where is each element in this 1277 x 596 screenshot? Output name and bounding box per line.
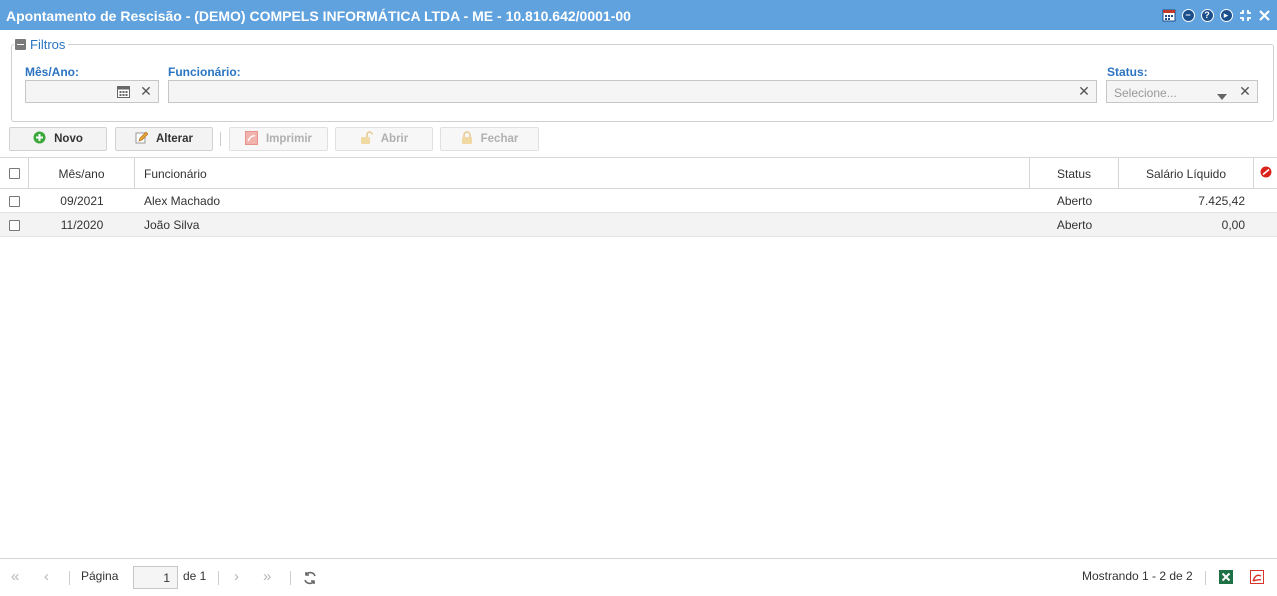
last-page-icon[interactable]: »: [263, 568, 271, 585]
status-placeholder: Selecione...: [1114, 86, 1177, 100]
refresh-icon[interactable]: [303, 571, 317, 588]
cell-status: Aberto: [1056, 194, 1093, 208]
window-title: Apontamento de Rescisão - (DEMO) COMPELS…: [6, 8, 631, 24]
funcionario-label: Funcionário:: [168, 65, 241, 79]
toolbar-separator: [220, 132, 221, 146]
novo-label: Novo: [54, 133, 83, 145]
row-checkbox[interactable]: [9, 219, 20, 231]
abrir-button[interactable]: Abrir: [335, 127, 433, 151]
fechar-label: Fechar: [480, 133, 519, 145]
chevron-down-icon[interactable]: [1217, 89, 1227, 103]
next-page-icon[interactable]: ›: [234, 568, 239, 585]
cell-funcionario: João Silva: [144, 218, 200, 232]
no-entry-icon[interactable]: [1260, 166, 1272, 181]
col-funcionario[interactable]: Funcionário: [135, 158, 1030, 189]
showing-label: Mostrando 1 - 2 de 2: [1082, 569, 1193, 583]
table-row[interactable]: 11/2020 João Silva Aberto 0,00: [0, 213, 1277, 237]
pdf-icon: [244, 130, 258, 148]
cell-funcionario: Alex Machado: [144, 194, 221, 208]
page-input[interactable]: 1: [133, 566, 178, 589]
status-select[interactable]: Selecione... ✕: [1106, 80, 1258, 103]
pager-separator: [290, 571, 291, 585]
pager: « ‹ Página 1 de 1 › » Mostrando 1 - 2 de…: [0, 558, 1277, 596]
page-of-label: de 1: [183, 569, 207, 583]
rescisao-window: Apontamento de Rescisão - (DEMO) COMPELS…: [0, 0, 1277, 596]
pager-separator: [69, 571, 70, 585]
fechar-button[interactable]: Fechar: [440, 127, 539, 151]
mes-ano-label: Mês/Ano:: [25, 65, 79, 79]
title-bar: Apontamento de Rescisão - (DEMO) COMPELS…: [0, 0, 1277, 30]
select-all-cell: [0, 158, 29, 189]
first-page-icon[interactable]: «: [11, 568, 19, 585]
excel-export-icon[interactable]: [1219, 570, 1233, 587]
cell-salario: 0,00: [1221, 218, 1245, 232]
col-mes-ano-label: Mês/ano: [58, 166, 105, 181]
title-tools: − ? ▸: [1162, 8, 1271, 22]
alterar-label: Alterar: [155, 133, 194, 145]
status-clear-icon[interactable]: ✕: [1235, 80, 1255, 103]
abrir-label: Abrir: [380, 133, 409, 145]
lock-icon: [461, 130, 473, 148]
col-mes-ano[interactable]: Mês/ano: [29, 158, 135, 189]
play-icon[interactable]: ▸: [1219, 8, 1233, 22]
cell-mes-ano: 11/2020: [60, 218, 104, 232]
funcionario-input[interactable]: ✕: [168, 80, 1097, 103]
unlock-icon: [360, 130, 373, 148]
pdf-export-icon[interactable]: [1250, 570, 1264, 587]
novo-button[interactable]: Novo: [9, 127, 107, 151]
prev-page-icon[interactable]: ‹: [44, 568, 49, 585]
cell-mes-ano: 09/2021: [60, 194, 104, 208]
restore-icon[interactable]: [1238, 8, 1252, 22]
close-icon[interactable]: [1257, 8, 1271, 22]
edit-icon: [135, 131, 149, 147]
minus-circle-icon[interactable]: −: [1181, 8, 1195, 22]
col-status-label: Status: [1056, 166, 1092, 181]
row-select-cell: [0, 189, 29, 213]
pager-separator: [218, 571, 219, 585]
select-all-checkbox[interactable]: [8, 168, 20, 179]
calendar-icon[interactable]: [1162, 8, 1176, 22]
cell-status: Aberto: [1056, 218, 1093, 232]
alterar-button[interactable]: Alterar: [115, 127, 213, 151]
calendar-picker-icon[interactable]: [117, 85, 130, 101]
mes-ano-clear-icon[interactable]: ✕: [136, 80, 156, 103]
imprimir-button[interactable]: Imprimir: [229, 127, 328, 151]
row-checkbox[interactable]: [9, 195, 20, 207]
cell-salario: 7.425,42: [1198, 194, 1245, 208]
col-salario-label: Salário Líquido: [1145, 166, 1227, 181]
col-status[interactable]: Status: [1030, 158, 1119, 189]
col-salario[interactable]: Salário Líquido: [1119, 158, 1254, 189]
filters-legend[interactable]: Filtros: [14, 37, 69, 52]
help-icon[interactable]: ?: [1200, 8, 1214, 22]
collapse-icon[interactable]: [15, 39, 26, 50]
status-label: Status:: [1107, 65, 1148, 79]
imprimir-label: Imprimir: [265, 133, 312, 145]
add-icon: [33, 131, 46, 147]
mes-ano-input[interactable]: ✕: [25, 80, 159, 103]
col-options[interactable]: [1254, 158, 1277, 189]
col-funcionario-label: Funcionário: [144, 166, 207, 181]
funcionario-clear-icon[interactable]: ✕: [1074, 80, 1094, 103]
filters-legend-label: Filtros: [30, 37, 66, 52]
page-label: Página: [81, 569, 119, 583]
row-select-cell: [0, 213, 29, 237]
grid-header: Mês/ano Funcionário Status Salário Líqui…: [0, 157, 1277, 189]
pager-separator: [1205, 571, 1206, 585]
table-row[interactable]: 09/2021 Alex Machado Aberto 7.425,42: [0, 189, 1277, 213]
